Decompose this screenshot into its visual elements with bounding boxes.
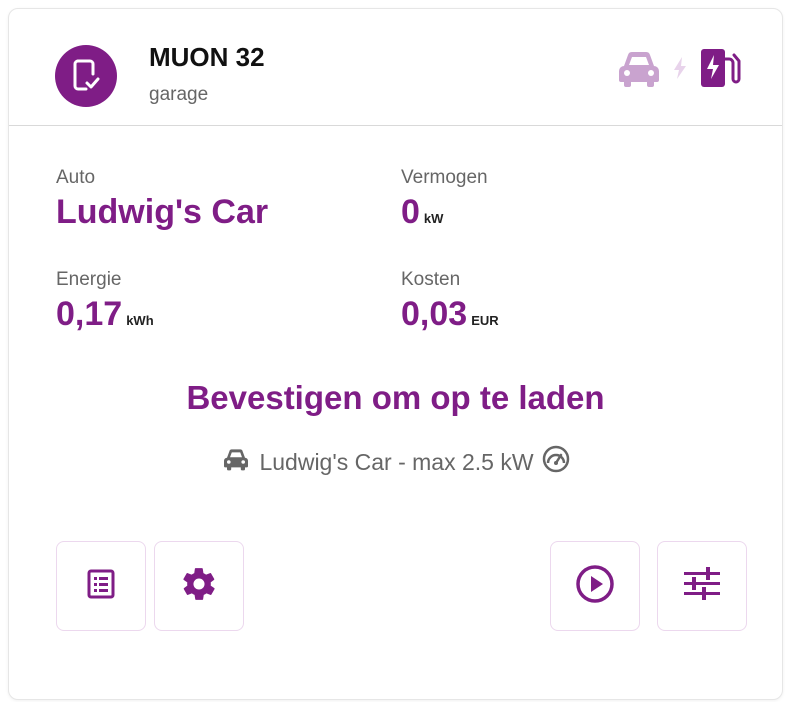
adjust-settings-button[interactable] <box>657 541 747 631</box>
stat-cost: Kosten 0,03 EUR <box>401 269 499 334</box>
stat-power: Vermogen 0 kW <box>401 167 488 232</box>
sliders-icon <box>682 566 722 607</box>
card-header: MUON 32 garage <box>9 9 782 126</box>
charger-phone-check-icon <box>55 45 117 107</box>
cost-value: 0,03 <box>401 295 468 333</box>
charger-name: MUON 32 <box>149 42 265 72</box>
auto-label: Auto <box>56 167 96 188</box>
charger-location: garage <box>149 84 209 105</box>
charger-card: MUON 32 garage Auto Ludwig's Car Vermoge… <box>8 8 783 700</box>
speedometer-icon[interactable] <box>542 445 570 479</box>
bolt-icon <box>672 56 688 85</box>
confirm-charge-message: Bevestigen om op te laden <box>186 379 605 416</box>
charging-station-icon <box>698 47 742 94</box>
cost-unit: EUR <box>471 313 499 328</box>
gear-icon <box>180 565 218 608</box>
settings-button[interactable] <box>154 541 244 631</box>
power-value: 0 <box>401 193 420 231</box>
energy-unit: kWh <box>126 313 154 328</box>
play-circle-icon <box>574 563 616 610</box>
energy-value: 0,17 <box>56 295 123 333</box>
car-icon <box>616 48 662 93</box>
energy-value-row: 0,17 kWh <box>56 295 154 334</box>
power-value-row: 0 kW <box>401 193 488 232</box>
power-unit: kW <box>423 211 444 226</box>
start-charging-button[interactable] <box>550 541 640 631</box>
status-icons <box>616 47 742 94</box>
list-button[interactable] <box>56 541 146 631</box>
vehicle-info-text: Ludwig's Car - max 2.5 kW <box>259 448 534 475</box>
energy-label: Energie <box>56 269 122 290</box>
cost-label: Kosten <box>401 269 461 290</box>
vehicle-info: Ludwig's Car - max 2.5 kW <box>9 445 782 479</box>
cost-value-row: 0,03 EUR <box>401 295 499 334</box>
list-icon <box>86 568 116 605</box>
power-label: Vermogen <box>401 167 488 188</box>
car-small-icon <box>221 447 251 477</box>
auto-value: Ludwig's Car <box>56 193 269 231</box>
stat-auto: Auto Ludwig's Car <box>56 167 268 232</box>
stat-energy: Energie 0,17 kWh <box>56 269 154 334</box>
